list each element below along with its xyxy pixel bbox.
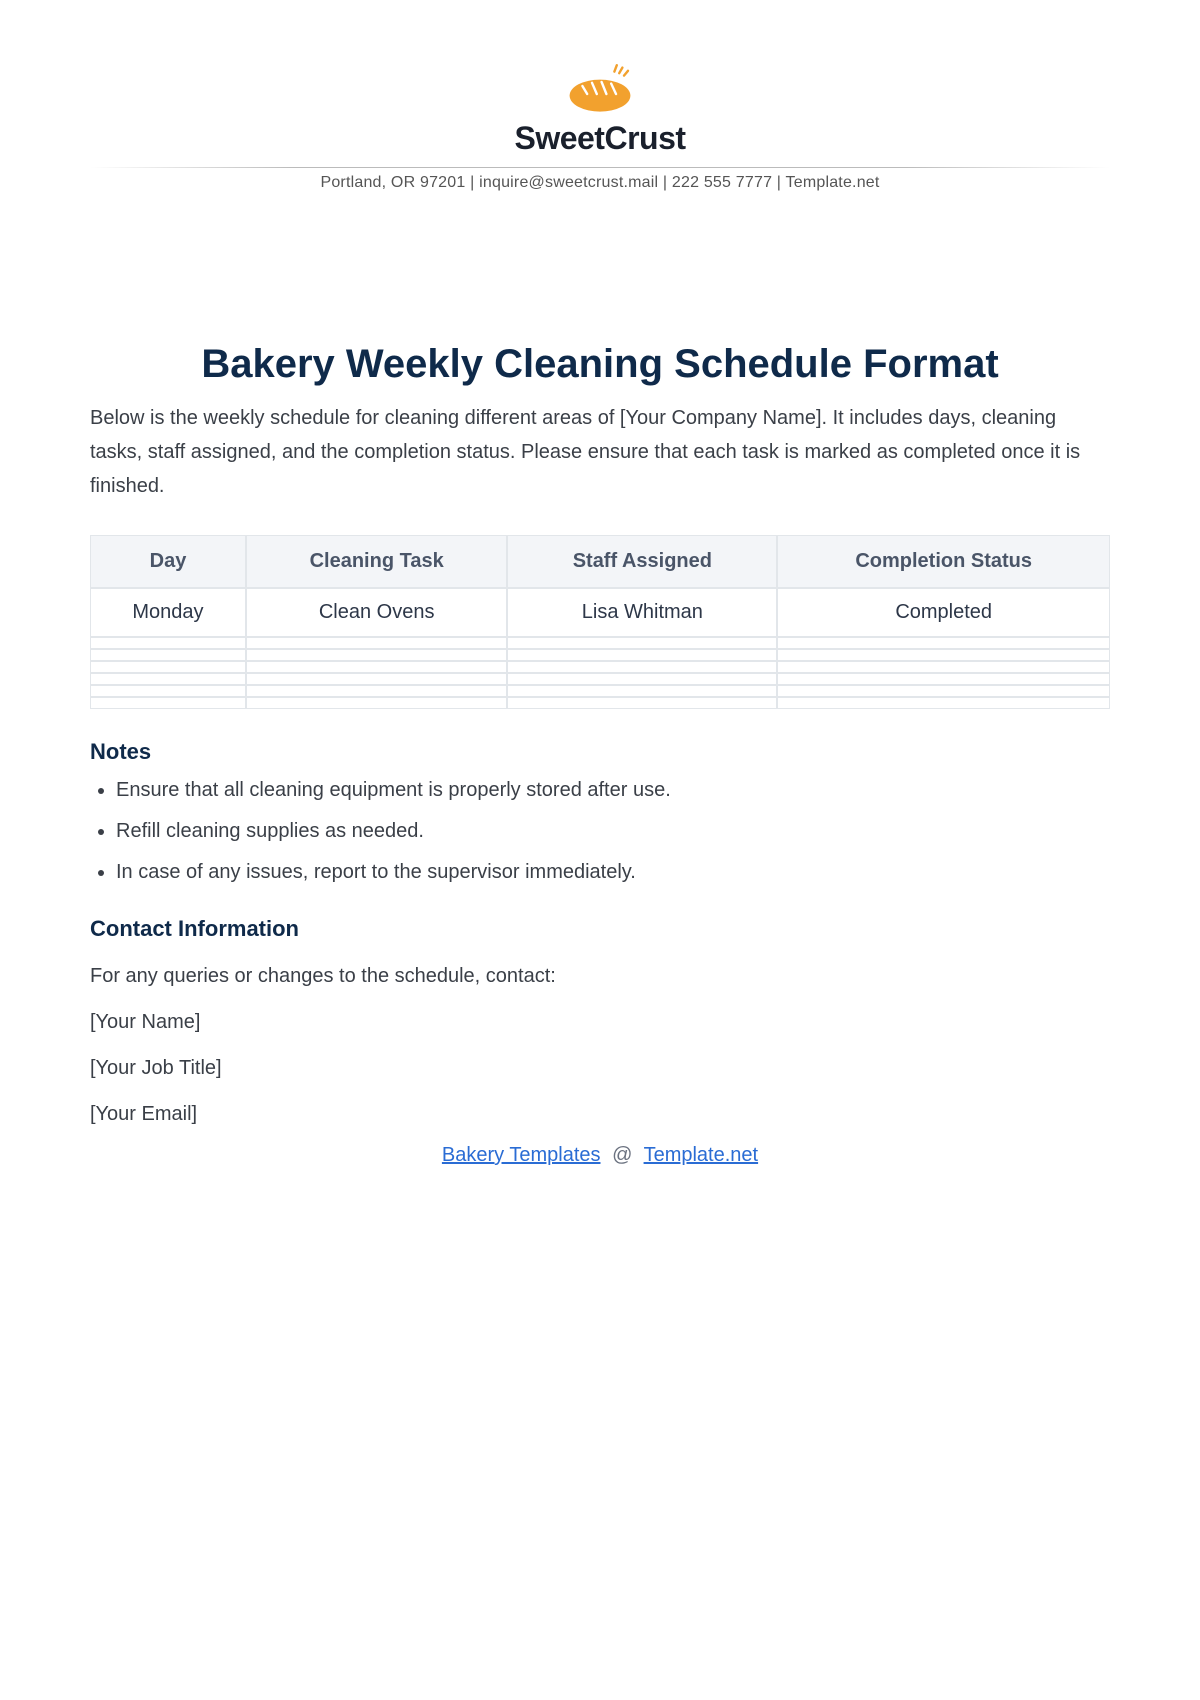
- table-row-empty: [90, 685, 1110, 697]
- page-title: Bakery Weekly Cleaning Schedule Format: [90, 342, 1110, 387]
- cell-day: Monday: [90, 588, 246, 637]
- schedule-table: Day Cleaning Task Staff Assigned Complet…: [90, 535, 1110, 709]
- brand-name-left: Sweet: [514, 120, 604, 156]
- intro-paragraph: Below is the weekly schedule for cleanin…: [90, 401, 1110, 503]
- table-header-row: Day Cleaning Task Staff Assigned Complet…: [90, 535, 1110, 588]
- col-day: Day: [90, 535, 246, 588]
- bread-icon: [560, 60, 640, 120]
- table-row-empty: [90, 697, 1110, 709]
- table-row: Monday Clean Ovens Lisa Whitman Complete…: [90, 588, 1110, 637]
- brand-name-right: Crust: [604, 120, 685, 156]
- brand-contact-line: Portland, OR 97201 | inquire@sweetcrust.…: [90, 174, 1110, 192]
- contact-heading: Contact Information: [90, 916, 1110, 942]
- contact-block: For any queries or changes to the schedu…: [90, 960, 1110, 1130]
- document-header: SweetCrust Portland, OR 97201 | inquire@…: [90, 60, 1110, 202]
- brand-name: SweetCrust: [514, 120, 685, 157]
- col-status: Completion Status: [777, 535, 1110, 588]
- header-divider: [90, 167, 1110, 168]
- notes-list: Ensure that all cleaning equipment is pr…: [90, 775, 1110, 888]
- brand-logo: SweetCrust: [90, 60, 1110, 157]
- table-row-empty: [90, 673, 1110, 685]
- footer-separator: @: [612, 1144, 632, 1166]
- list-item: Ensure that all cleaning equipment is pr…: [116, 775, 1110, 806]
- footer-links: Bakery Templates @ Template.net: [90, 1144, 1110, 1167]
- footer-link-bakery-templates[interactable]: Bakery Templates: [442, 1144, 601, 1166]
- col-task: Cleaning Task: [246, 535, 507, 588]
- contact-lead: For any queries or changes to the schedu…: [90, 960, 1110, 992]
- cell-task: Clean Ovens: [246, 588, 507, 637]
- contact-email: [Your Email]: [90, 1098, 1110, 1130]
- list-item: Refill cleaning supplies as needed.: [116, 816, 1110, 847]
- list-item: In case of any issues, report to the sup…: [116, 857, 1110, 888]
- table-row-empty: [90, 649, 1110, 661]
- contact-job: [Your Job Title]: [90, 1052, 1110, 1084]
- cell-status: Completed: [777, 588, 1110, 637]
- notes-heading: Notes: [90, 739, 1110, 765]
- footer-link-template-net[interactable]: Template.net: [644, 1144, 759, 1166]
- col-staff: Staff Assigned: [507, 535, 777, 588]
- cell-staff: Lisa Whitman: [507, 588, 777, 637]
- contact-name: [Your Name]: [90, 1006, 1110, 1038]
- table-row-empty: [90, 637, 1110, 649]
- table-row-empty: [90, 661, 1110, 673]
